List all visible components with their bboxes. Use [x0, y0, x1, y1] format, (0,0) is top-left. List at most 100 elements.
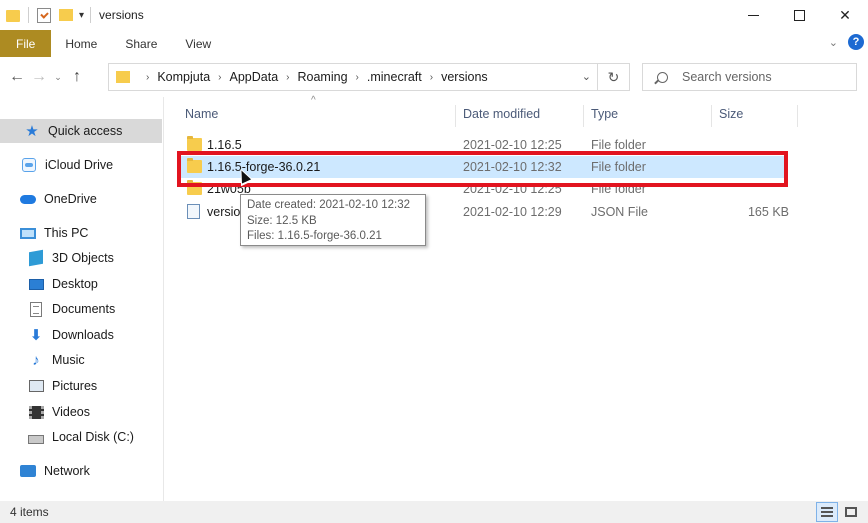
sidebar-item-label: Pictures	[52, 379, 98, 393]
minimize-icon	[747, 14, 759, 16]
tab-share[interactable]: Share	[111, 30, 171, 57]
pictures-icon	[28, 379, 44, 393]
maximize-button[interactable]	[776, 0, 822, 30]
details-view-button[interactable]	[816, 502, 838, 522]
column-divider[interactable]	[455, 105, 456, 127]
file-info-tooltip: Date created: 2021-02-10 12:32 Size: 12.…	[240, 194, 426, 246]
json-file-icon	[187, 204, 200, 219]
breadcrumb-separator[interactable]: ›	[218, 72, 221, 83]
disk-drive-icon	[28, 430, 44, 444]
status-bar: 4 items	[0, 501, 868, 523]
ribbon-tabs: File Home Share View ⌄ ?	[0, 30, 868, 57]
up-one-level-button[interactable]: ↑	[66, 62, 88, 92]
tab-home[interactable]: Home	[51, 30, 111, 57]
tab-file[interactable]: File	[0, 30, 52, 57]
breadcrumb-appdata[interactable]: AppData	[230, 70, 279, 84]
sidebar-item-3d-objects[interactable]: 3D Objects	[0, 246, 162, 270]
window-controls: ✕	[730, 0, 868, 30]
column-divider[interactable]	[797, 105, 798, 127]
toolbar-divider	[28, 7, 29, 23]
new-folder-icon[interactable]	[59, 9, 73, 21]
breadcrumb-minecraft[interactable]: .minecraft	[367, 70, 422, 84]
title-bar: ▾ versions ✕	[0, 0, 868, 30]
large-icons-view-icon	[845, 507, 857, 517]
quick-access-toolbar: ▾	[0, 0, 97, 30]
navigation-bar: ← → ⌄ ↑ › Kompjuta › AppData › Roaming ›…	[0, 57, 868, 97]
sidebar-item-downloads[interactable]: ⬇ Downloads	[0, 323, 162, 347]
file-type: JSON File	[591, 205, 648, 219]
breadcrumb-roaming[interactable]: Roaming	[298, 70, 348, 84]
sidebar-item-label: Videos	[52, 405, 90, 419]
music-note-icon: ♪	[32, 351, 40, 369]
file-size: 165 KB	[747, 205, 789, 219]
breadcrumb-separator[interactable]: ›	[430, 72, 433, 83]
sidebar-item-label: Local Disk (C:)	[52, 430, 134, 444]
sidebar-item-documents[interactable]: Documents	[0, 297, 162, 321]
sidebar-item-onedrive[interactable]: OneDrive	[0, 187, 162, 211]
breadcrumb-versions[interactable]: versions	[441, 70, 488, 84]
sidebar-item-quick-access[interactable]: ★ Quick access	[0, 119, 162, 143]
breadcrumb-separator[interactable]: ›	[356, 72, 359, 83]
film-strip-icon	[28, 405, 44, 419]
download-arrow-icon: ⬇	[29, 327, 43, 344]
file-name: 1.16.5	[207, 138, 242, 152]
column-header-date-modified[interactable]: Date modified	[463, 107, 583, 125]
address-bar[interactable]: › Kompjuta › AppData › Roaming › .minecr…	[108, 63, 630, 91]
toolbar-divider	[90, 7, 92, 23]
help-icon[interactable]: ?	[848, 34, 864, 50]
computer-icon	[20, 226, 36, 240]
large-icons-view-button[interactable]	[840, 502, 862, 522]
sidebar-item-label: Quick access	[48, 124, 123, 138]
sidebar-item-label: 3D Objects	[52, 251, 114, 265]
sidebar-item-music[interactable]: ♪ Music	[0, 348, 162, 372]
breadcrumb-separator[interactable]: ›	[286, 72, 289, 83]
customize-toolbar-dropdown-icon[interactable]: ▾	[79, 10, 84, 21]
sidebar-item-icloud-drive[interactable]: iCloud Drive	[0, 153, 162, 177]
item-count: 4 items	[10, 505, 49, 519]
sidebar-item-label: Music	[52, 353, 85, 367]
address-dropdown-icon[interactable]: ⌄	[582, 70, 591, 83]
expand-ribbon-icon[interactable]: ⌄	[829, 36, 838, 49]
tooltip-files: Files: 1.16.5-forge-36.0.21	[247, 230, 382, 242]
cube-icon	[28, 249, 44, 267]
back-button[interactable]: ←	[6, 62, 28, 92]
sidebar-item-desktop[interactable]: Desktop	[0, 272, 162, 296]
search-icon	[657, 71, 668, 83]
file-list: ^ Name Date modified Type Size 1.16.5 20…	[165, 95, 868, 501]
close-button[interactable]: ✕	[822, 0, 868, 30]
forward-button[interactable]: →	[28, 62, 50, 92]
sidebar-item-network[interactable]: Network	[0, 459, 162, 483]
column-header-size[interactable]: Size	[719, 107, 789, 125]
minimize-button[interactable]	[730, 0, 776, 30]
view-switcher	[814, 502, 862, 522]
network-icon	[20, 464, 36, 478]
sidebar-item-pictures[interactable]: Pictures	[0, 374, 162, 398]
sidebar-item-local-disk[interactable]: Local Disk (C:)	[0, 425, 162, 449]
refresh-button[interactable]: ↻	[597, 64, 629, 90]
sidebar-item-this-pc[interactable]: This PC	[0, 221, 162, 245]
column-header-type[interactable]: Type	[591, 107, 711, 125]
sidebar-item-videos[interactable]: Videos	[0, 400, 162, 424]
sidebar-item-label: Network	[44, 464, 90, 478]
tab-view[interactable]: View	[171, 30, 225, 57]
sidebar-item-label: This PC	[44, 226, 89, 240]
recent-locations-icon[interactable]: ⌄	[50, 62, 66, 92]
folder-icon	[6, 10, 20, 22]
properties-icon[interactable]	[37, 7, 51, 23]
sidebar-item-label: Downloads	[52, 328, 114, 342]
column-divider[interactable]	[711, 105, 712, 127]
ribbon-right-controls: ⌄ ?	[829, 34, 864, 50]
details-view-icon	[821, 507, 833, 517]
column-header-name[interactable]: Name	[185, 107, 455, 125]
star-icon: ★	[25, 123, 39, 140]
sidebar-item-label: Desktop	[52, 277, 98, 291]
breadcrumb-kompjuta[interactable]: Kompjuta	[157, 70, 210, 84]
column-divider[interactable]	[583, 105, 584, 127]
file-date: 2021-02-10 12:29	[463, 205, 562, 219]
search-input[interactable]	[682, 70, 832, 84]
close-icon: ✕	[839, 6, 851, 23]
document-icon	[28, 301, 44, 317]
search-box[interactable]	[642, 63, 857, 91]
breadcrumb-separator: ›	[146, 71, 150, 83]
folder-icon	[187, 136, 202, 151]
